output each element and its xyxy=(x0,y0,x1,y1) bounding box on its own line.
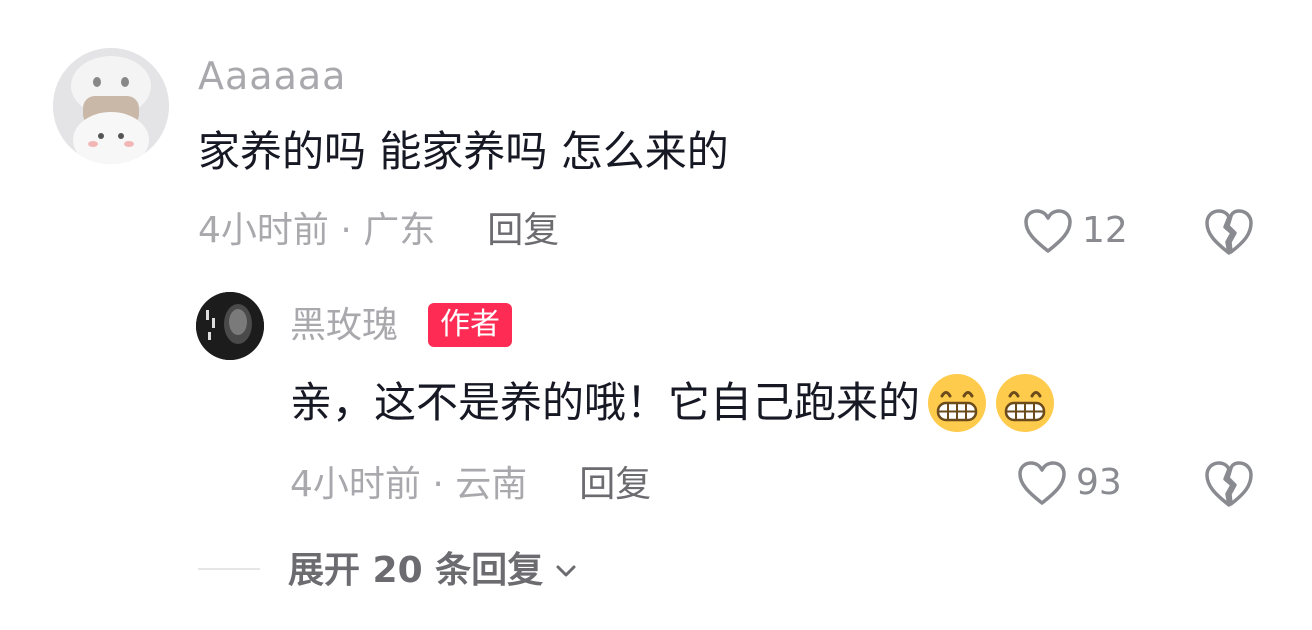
comment-meta-row: 4小时前 · 广东 回复 xyxy=(198,206,559,256)
reply-text: 亲，这不是养的哦！它自己跑来的 xyxy=(290,378,921,427)
broken-heart-icon xyxy=(1205,209,1253,255)
comment-thread: Aaaaaa 家养的吗 能家养吗 怎么来的 4小时前 · 广东 回复 12 黑玫瑰… xyxy=(0,0,1312,630)
reply-button[interactable]: 回复 xyxy=(579,460,651,510)
grin-emoji xyxy=(928,374,987,432)
expand-divider xyxy=(198,568,260,570)
comment-time-location: 4小时前 · 广东 xyxy=(198,210,436,251)
reply-avatar[interactable] xyxy=(196,292,264,360)
avatar-image xyxy=(53,48,169,164)
like-count: 93 xyxy=(1076,462,1122,503)
avatar-image xyxy=(196,292,264,360)
heart-icon xyxy=(1018,461,1066,505)
chevron-down-icon xyxy=(556,565,576,577)
reply-button[interactable]: 回复 xyxy=(487,206,559,256)
reply-username[interactable]: 黑玫瑰 xyxy=(290,302,398,350)
dislike-button[interactable] xyxy=(1202,206,1256,258)
like-button[interactable]: 12 xyxy=(1022,204,1128,258)
expand-replies-button[interactable]: 展开 20 条回复 xyxy=(288,546,579,596)
reply-like-button[interactable]: 93 xyxy=(1016,456,1122,510)
grin-emoji xyxy=(996,374,1055,432)
broken-heart-icon xyxy=(1205,461,1253,507)
author-badge: 作者 xyxy=(428,303,512,347)
like-count: 12 xyxy=(1082,210,1128,251)
reply-text-row: 亲，这不是养的哦！它自己跑来的 xyxy=(290,372,1056,434)
expand-replies-label: 展开 20 条回复 xyxy=(288,550,544,591)
reply-meta-row: 4小时前 · 云南 回复 xyxy=(290,460,651,510)
heart-icon xyxy=(1024,209,1072,253)
user-avatar[interactable] xyxy=(53,48,169,164)
reply-time-location: 4小时前 · 云南 xyxy=(290,464,528,505)
comment-username[interactable]: Aaaaaa xyxy=(198,52,346,100)
comment-text: 家养的吗 能家养吗 怎么来的 xyxy=(198,127,729,176)
reply-dislike-button[interactable] xyxy=(1202,458,1256,510)
